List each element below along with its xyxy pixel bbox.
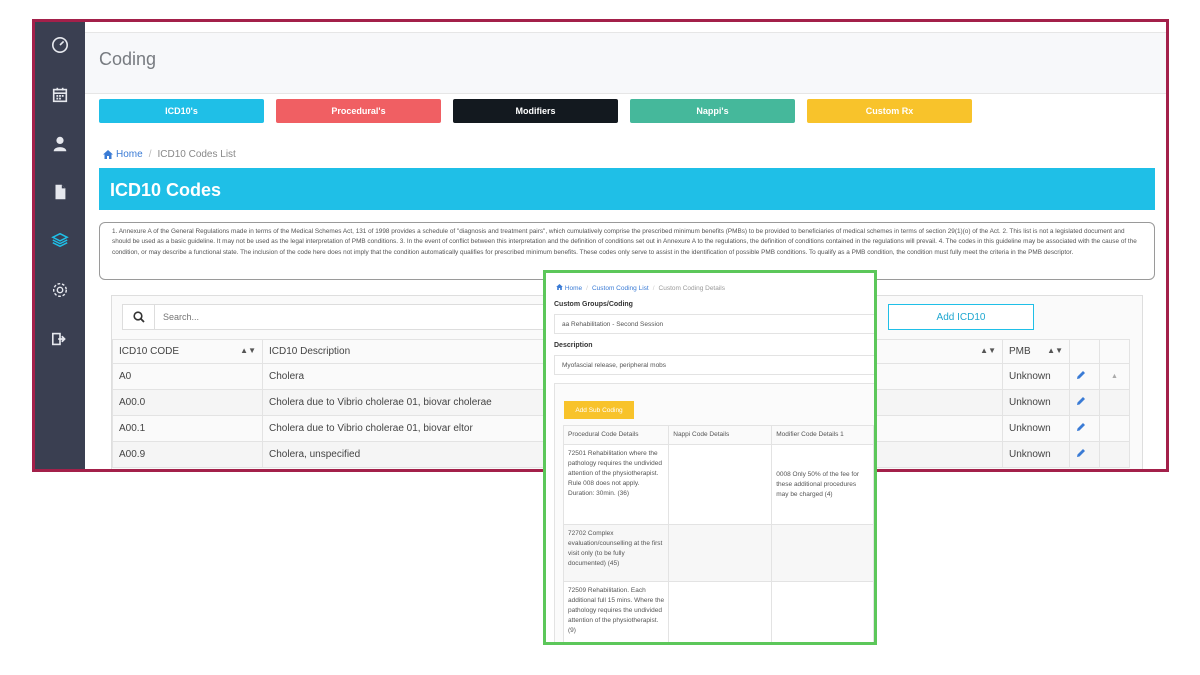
add-icd10-button[interactable]: Add ICD10 <box>888 304 1034 330</box>
search-button[interactable] <box>123 305 155 329</box>
column-header-modifier: Modifier Code Details 1 <box>771 425 874 445</box>
row-procedural: 72501 Rehabilitation where the pathology… <box>562 444 670 525</box>
breadcrumb-current: ICD10 Codes List <box>157 149 236 160</box>
calendar-icon[interactable] <box>35 80 85 110</box>
column-header-extra <box>1099 339 1130 364</box>
row-modifier <box>771 524 874 582</box>
edit-button[interactable] <box>1069 415 1100 442</box>
table-row[interactable]: 72501 Rehabilitation where the pathology… <box>562 444 874 525</box>
user-icon[interactable] <box>35 129 85 159</box>
column-header-nappi: Nappi Code Details <box>668 425 773 445</box>
overlay-breadcrumb: Home / Custom Coding List / Custom Codin… <box>556 284 725 292</box>
row-pmb: Unknown <box>1002 415 1070 442</box>
sub-table-header-row: Procedural Code Details Nappi Code Detai… <box>562 425 874 445</box>
banner-title: ICD10 Codes <box>110 180 222 200</box>
breadcrumb-separator: / <box>148 149 152 160</box>
edit-button[interactable] <box>1069 389 1100 416</box>
row-code: A0 <box>112 363 263 390</box>
row-nappi <box>668 524 773 582</box>
page-banner: ICD10 Codes <box>99 168 1155 210</box>
custom-rx-button[interactable]: Custom Rx <box>807 99 972 123</box>
pencil-icon <box>1077 423 1085 431</box>
custom-coding-details-window: Home / Custom Coding List / Custom Codin… <box>543 270 877 645</box>
description-label: Description <box>554 342 593 349</box>
sidebar <box>35 22 85 469</box>
table-row[interactable]: 72702 Complex evaluation/counselling at … <box>562 524 874 582</box>
icd10-button[interactable]: ICD10's <box>99 99 264 123</box>
overlay-breadcrumb-home[interactable]: Home <box>556 284 582 292</box>
row-procedural: 72509 Rehabilitation. Each additional fu… <box>562 581 670 642</box>
edit-button[interactable] <box>1069 363 1100 390</box>
edit-button[interactable] <box>1069 441 1100 468</box>
scrollbar-track[interactable] <box>1099 389 1130 416</box>
logout-icon[interactable] <box>35 324 85 354</box>
search-icon <box>132 311 145 323</box>
row-code: A00.9 <box>112 441 263 468</box>
column-header-description-label: ICD10 Description <box>269 346 351 357</box>
row-pmb: Unknown <box>1002 441 1070 468</box>
breadcrumb-home-label: Home <box>116 149 143 160</box>
modifiers-button[interactable]: Modifiers <box>453 99 618 123</box>
search-input[interactable] <box>155 305 551 329</box>
home-icon <box>103 150 113 159</box>
column-header-procedural: Procedural Code Details <box>562 425 670 445</box>
scrollbar-track[interactable] <box>1099 415 1130 442</box>
row-nappi <box>668 581 773 642</box>
sort-icon: ▲▼ <box>980 346 996 355</box>
dashboard-icon[interactable] <box>35 30 85 60</box>
layers-icon[interactable] <box>35 225 85 255</box>
home-icon <box>556 284 563 290</box>
sort-icon: ▲▼ <box>240 346 256 355</box>
pencil-icon <box>1077 397 1085 405</box>
add-sub-coding-button[interactable]: Add Sub Coding <box>564 401 634 419</box>
row-procedural: 72702 Complex evaluation/counselling at … <box>562 524 670 582</box>
breadcrumb-separator: / <box>652 284 655 292</box>
row-nappi <box>668 444 773 525</box>
sub-coding-table: Procedural Code Details Nappi Code Detai… <box>562 425 874 642</box>
scrollbar-track[interactable]: ▲ <box>1099 363 1130 390</box>
overlay-breadcrumb-current: Custom Coding Details <box>658 284 725 292</box>
table-row[interactable]: 72509 Rehabilitation. Each additional fu… <box>562 581 874 642</box>
column-header-pmb-label: PMB <box>1009 346 1031 357</box>
search-bar <box>122 304 552 330</box>
row-modifier <box>771 581 874 642</box>
column-header-code[interactable]: ICD10 CODE ▲▼ <box>112 339 263 364</box>
column-header-actions <box>1069 339 1100 364</box>
category-button-row: ICD10's Procedural's Modifiers Nappi's C… <box>99 99 972 123</box>
row-pmb: Unknown <box>1002 389 1070 416</box>
pencil-icon <box>1077 449 1085 457</box>
page-title: Coding <box>99 49 157 69</box>
sort-icon: ▲▼ <box>1047 346 1063 355</box>
breadcrumb: Home / ICD10 Codes List <box>103 149 236 160</box>
row-pmb: Unknown <box>1002 363 1070 390</box>
document-icon[interactable] <box>35 177 85 207</box>
row-modifier: 0008 Only 50% of the fee for these addit… <box>771 444 874 525</box>
scrollbar-track[interactable] <box>1099 441 1130 468</box>
description-field[interactable]: Myofascial release, peripheral mobs <box>554 355 874 375</box>
overlay-breadcrumb-home-label: Home <box>564 285 583 292</box>
column-header-pmb[interactable]: PMB ▲▼ <box>1002 339 1070 364</box>
overlay-breadcrumb-list[interactable]: Custom Coding List <box>592 285 649 292</box>
row-code: A00.1 <box>112 415 263 442</box>
page-header: Coding <box>85 32 1166 94</box>
group-field[interactable]: aa Rehabilitation - Second Session <box>554 314 874 334</box>
nappis-button[interactable]: Nappi's <box>630 99 795 123</box>
breadcrumb-home-link[interactable]: Home <box>103 149 143 160</box>
gear-icon[interactable] <box>35 275 85 305</box>
breadcrumb-separator: / <box>586 284 588 292</box>
group-label: Custom Groups/Coding <box>554 301 633 308</box>
procedurals-button[interactable]: Procedural's <box>276 99 441 123</box>
column-header-code-label: ICD10 CODE <box>119 346 180 357</box>
pencil-icon <box>1077 371 1085 379</box>
row-code: A00.0 <box>112 389 263 416</box>
